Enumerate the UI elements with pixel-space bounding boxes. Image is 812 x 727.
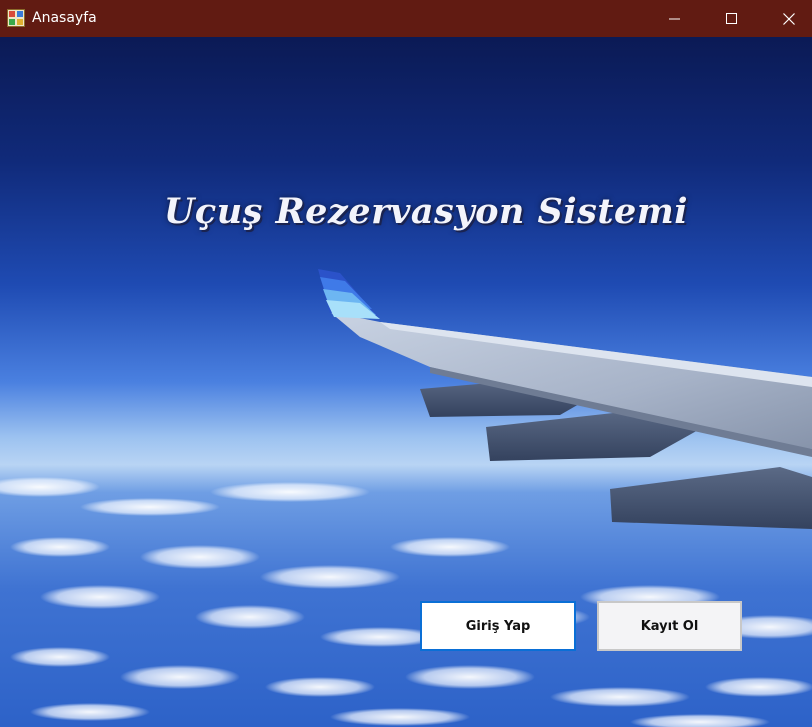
register-button[interactable]: Kayıt Ol [597, 601, 742, 651]
title-bar[interactable]: Anasayfa [0, 0, 812, 37]
minimize-button[interactable] [652, 0, 698, 37]
login-button[interactable]: Giriş Yap [420, 601, 576, 651]
close-icon [783, 12, 795, 25]
app-icon [7, 9, 25, 27]
minimize-icon [669, 13, 681, 25]
window-title: Anasayfa [32, 10, 97, 26]
main-panel: Uçuş Rezervasyon Sistemi Giriş Yap Kayıt… [0, 37, 812, 727]
maximize-icon [726, 12, 738, 25]
app-window: Anasayfa Uçuş Rezervasyon Sistemi Giriş … [0, 0, 812, 727]
maximize-button[interactable] [709, 0, 755, 37]
close-button[interactable] [766, 0, 812, 37]
page-title: Uçuş Rezervasyon Sistemi [163, 191, 689, 232]
